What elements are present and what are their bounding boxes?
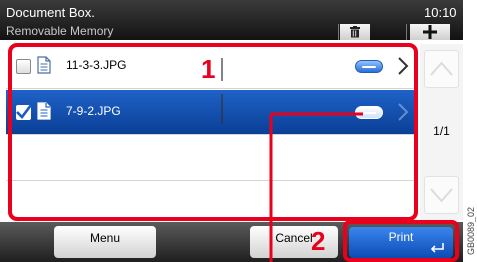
figure-code: GB0089_02 (466, 206, 476, 255)
callout-number-1: 1 (201, 54, 216, 84)
callout-number-2: 2 (311, 226, 326, 256)
callout-leader-line (221, 58, 363, 262)
screen: Document Box. 10:10 Removable Memory 11-… (0, 0, 463, 262)
